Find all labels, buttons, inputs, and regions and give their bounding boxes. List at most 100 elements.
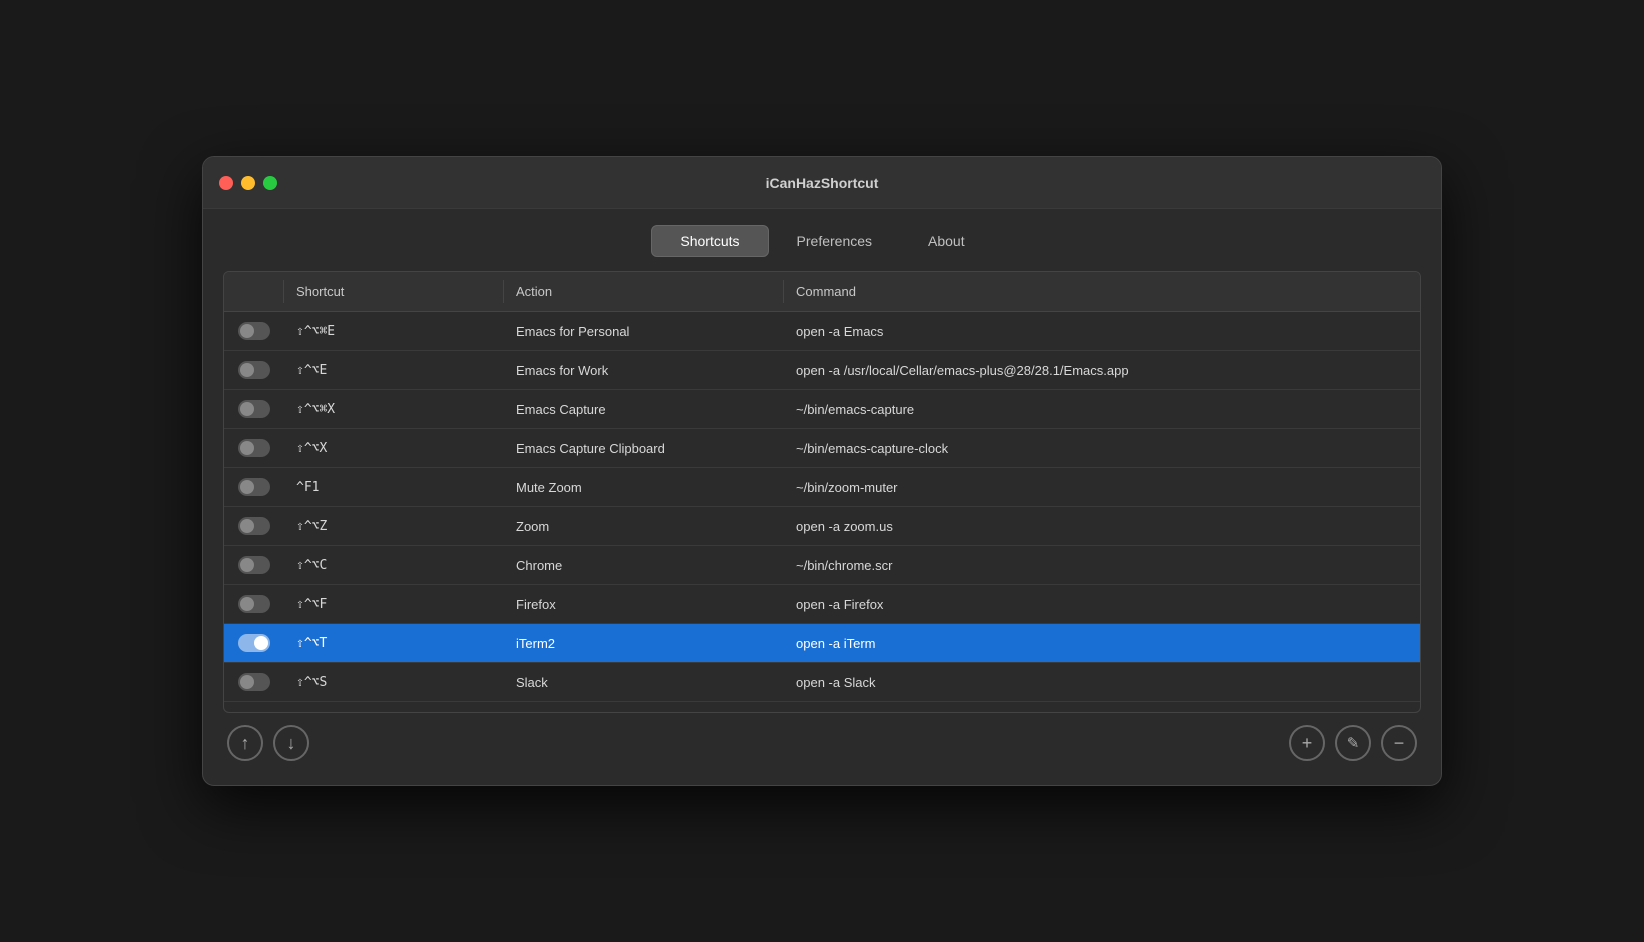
toggle-knob [240, 597, 254, 611]
shortcut-cell: ⇧^⌥F [284, 589, 504, 620]
toggle-switch[interactable] [238, 595, 270, 613]
command-cell: ~/bin/chrome.scr [784, 550, 1420, 581]
command-cell: open -a Slack [784, 667, 1420, 698]
move-up-button[interactable]: ↑ [227, 725, 263, 761]
action-cell: iTerm2 [504, 628, 784, 659]
shortcut-cell: ⇧^⌥S [284, 667, 504, 698]
table-row[interactable]: ⇧^⌥SSlackopen -a Slack [224, 663, 1420, 702]
toggle-knob [240, 441, 254, 455]
command-cell: open -a /usr/local/Cellar/emacs-plus@28/… [784, 355, 1420, 386]
tab-shortcuts[interactable]: Shortcuts [651, 225, 768, 257]
close-button[interactable] [219, 176, 233, 190]
action-cell: Firefox [504, 589, 784, 620]
table-header: Shortcut Action Command [224, 272, 1420, 312]
main-window: iCanHazShortcut Shortcuts Preferences Ab… [202, 156, 1442, 786]
titlebar: iCanHazShortcut [203, 157, 1441, 209]
action-cell: Slack [504, 667, 784, 698]
tab-about[interactable]: About [900, 225, 993, 257]
col-action: Action [504, 280, 784, 303]
toolbar: ↑ ↓ + ✎ − [223, 713, 1421, 765]
toggle-switch[interactable] [238, 556, 270, 574]
shortcut-cell: ⇧^⌥⌘X [284, 394, 504, 425]
add-button[interactable]: + [1289, 725, 1325, 761]
shortcut-cell: ⇧^⌥T [284, 628, 504, 659]
table-body: ⇧^⌥⌘EEmacs for Personalopen -a Emacs⇧^⌥E… [224, 312, 1420, 712]
command-cell: open -a Emacs [784, 316, 1420, 347]
toggle-switch[interactable] [238, 322, 270, 340]
table-row[interactable]: ⇧^⌥CChrome~/bin/chrome.scr [224, 546, 1420, 585]
toggle-switch[interactable] [238, 478, 270, 496]
action-cell: Emacs for Personal [504, 316, 784, 347]
tab-preferences[interactable]: Preferences [769, 225, 900, 257]
edit-button[interactable]: ✎ [1335, 725, 1371, 761]
toggle-switch[interactable] [238, 439, 270, 457]
toggle-switch[interactable] [238, 517, 270, 535]
minimize-button[interactable] [241, 176, 255, 190]
shortcut-cell: ⇧^⌥Z [284, 511, 504, 542]
col-toggle [224, 280, 284, 303]
table-row[interactable]: ⇧^⌥ZZoomopen -a zoom.us [224, 507, 1420, 546]
move-down-button[interactable]: ↓ [273, 725, 309, 761]
action-cell: Emacs Capture Clipboard [504, 433, 784, 464]
toggle-cell [224, 431, 284, 465]
shortcuts-table: Shortcut Action Command ⇧^⌥⌘EEmacs for P… [223, 271, 1421, 713]
toggle-knob [240, 558, 254, 572]
toggle-cell [224, 509, 284, 543]
table-row[interactable]: ⇧^⌥XEmacs Capture Clipboard~/bin/emacs-c… [224, 429, 1420, 468]
table-row[interactable]: ^F1Mute Zoom~/bin/zoom-muter [224, 468, 1420, 507]
shortcut-cell: ⇧^⌥X [284, 433, 504, 464]
toggle-cell [224, 626, 284, 660]
shortcut-cell: ^F1 [284, 472, 504, 503]
toggle-cell [224, 353, 284, 387]
table-row[interactable]: ⇧^⌥EEmacs for Workopen -a /usr/local/Cel… [224, 351, 1420, 390]
action-cell: Emacs for Work [504, 355, 784, 386]
toggle-switch[interactable] [238, 634, 270, 652]
toggle-switch[interactable] [238, 400, 270, 418]
command-cell: open -a Spotify [784, 706, 1420, 713]
toggle-cell [224, 392, 284, 426]
command-cell: ~/bin/emacs-capture [784, 394, 1420, 425]
toggle-knob [240, 324, 254, 338]
toggle-switch[interactable] [238, 361, 270, 379]
toggle-cell [224, 665, 284, 699]
toggle-cell [224, 704, 284, 712]
toggle-knob [254, 636, 268, 650]
toggle-knob [240, 519, 254, 533]
action-cell: Spotify [504, 706, 784, 713]
remove-button[interactable]: − [1381, 725, 1417, 761]
col-shortcut: Shortcut [284, 280, 504, 303]
window-title: iCanHazShortcut [766, 175, 879, 191]
command-cell: ~/bin/emacs-capture-clock [784, 433, 1420, 464]
toggle-knob [240, 363, 254, 377]
table-row[interactable]: ⇧^⌥FFirefoxopen -a Firefox [224, 585, 1420, 624]
toggle-cell [224, 587, 284, 621]
command-cell: open -a iTerm [784, 628, 1420, 659]
action-cell: Emacs Capture [504, 394, 784, 425]
col-command: Command [784, 280, 1420, 303]
shortcut-cell: ⇧^⌥⌘E [284, 316, 504, 347]
shortcut-cell: ⇧^⌥E [284, 355, 504, 386]
command-cell: open -a Firefox [784, 589, 1420, 620]
toggle-cell [224, 548, 284, 582]
toggle-cell [224, 470, 284, 504]
shortcut-cell: ⇧^⌥W [284, 706, 504, 713]
table-row[interactable]: ⇧^⌥⌘XEmacs Capture~/bin/emacs-capture [224, 390, 1420, 429]
toggle-switch[interactable] [238, 673, 270, 691]
action-cell: Chrome [504, 550, 784, 581]
toggle-knob [240, 402, 254, 416]
toolbar-left: ↑ ↓ [227, 725, 309, 761]
maximize-button[interactable] [263, 176, 277, 190]
table-row[interactable]: ⇧^⌥⌘EEmacs for Personalopen -a Emacs [224, 312, 1420, 351]
tab-bar: Shortcuts Preferences About [223, 225, 1421, 257]
shortcut-cell: ⇧^⌥C [284, 550, 504, 581]
toggle-knob [240, 480, 254, 494]
table-row[interactable]: ⇧^⌥TiTerm2open -a iTerm [224, 624, 1420, 663]
content-area: Shortcuts Preferences About Shortcut Act… [203, 209, 1441, 785]
toolbar-right: + ✎ − [1289, 725, 1417, 761]
command-cell: ~/bin/zoom-muter [784, 472, 1420, 503]
action-cell: Zoom [504, 511, 784, 542]
table-row[interactable]: ⇧^⌥WSpotifyopen -a Spotify [224, 702, 1420, 712]
action-cell: Mute Zoom [504, 472, 784, 503]
command-cell: open -a zoom.us [784, 511, 1420, 542]
traffic-lights [219, 176, 277, 190]
